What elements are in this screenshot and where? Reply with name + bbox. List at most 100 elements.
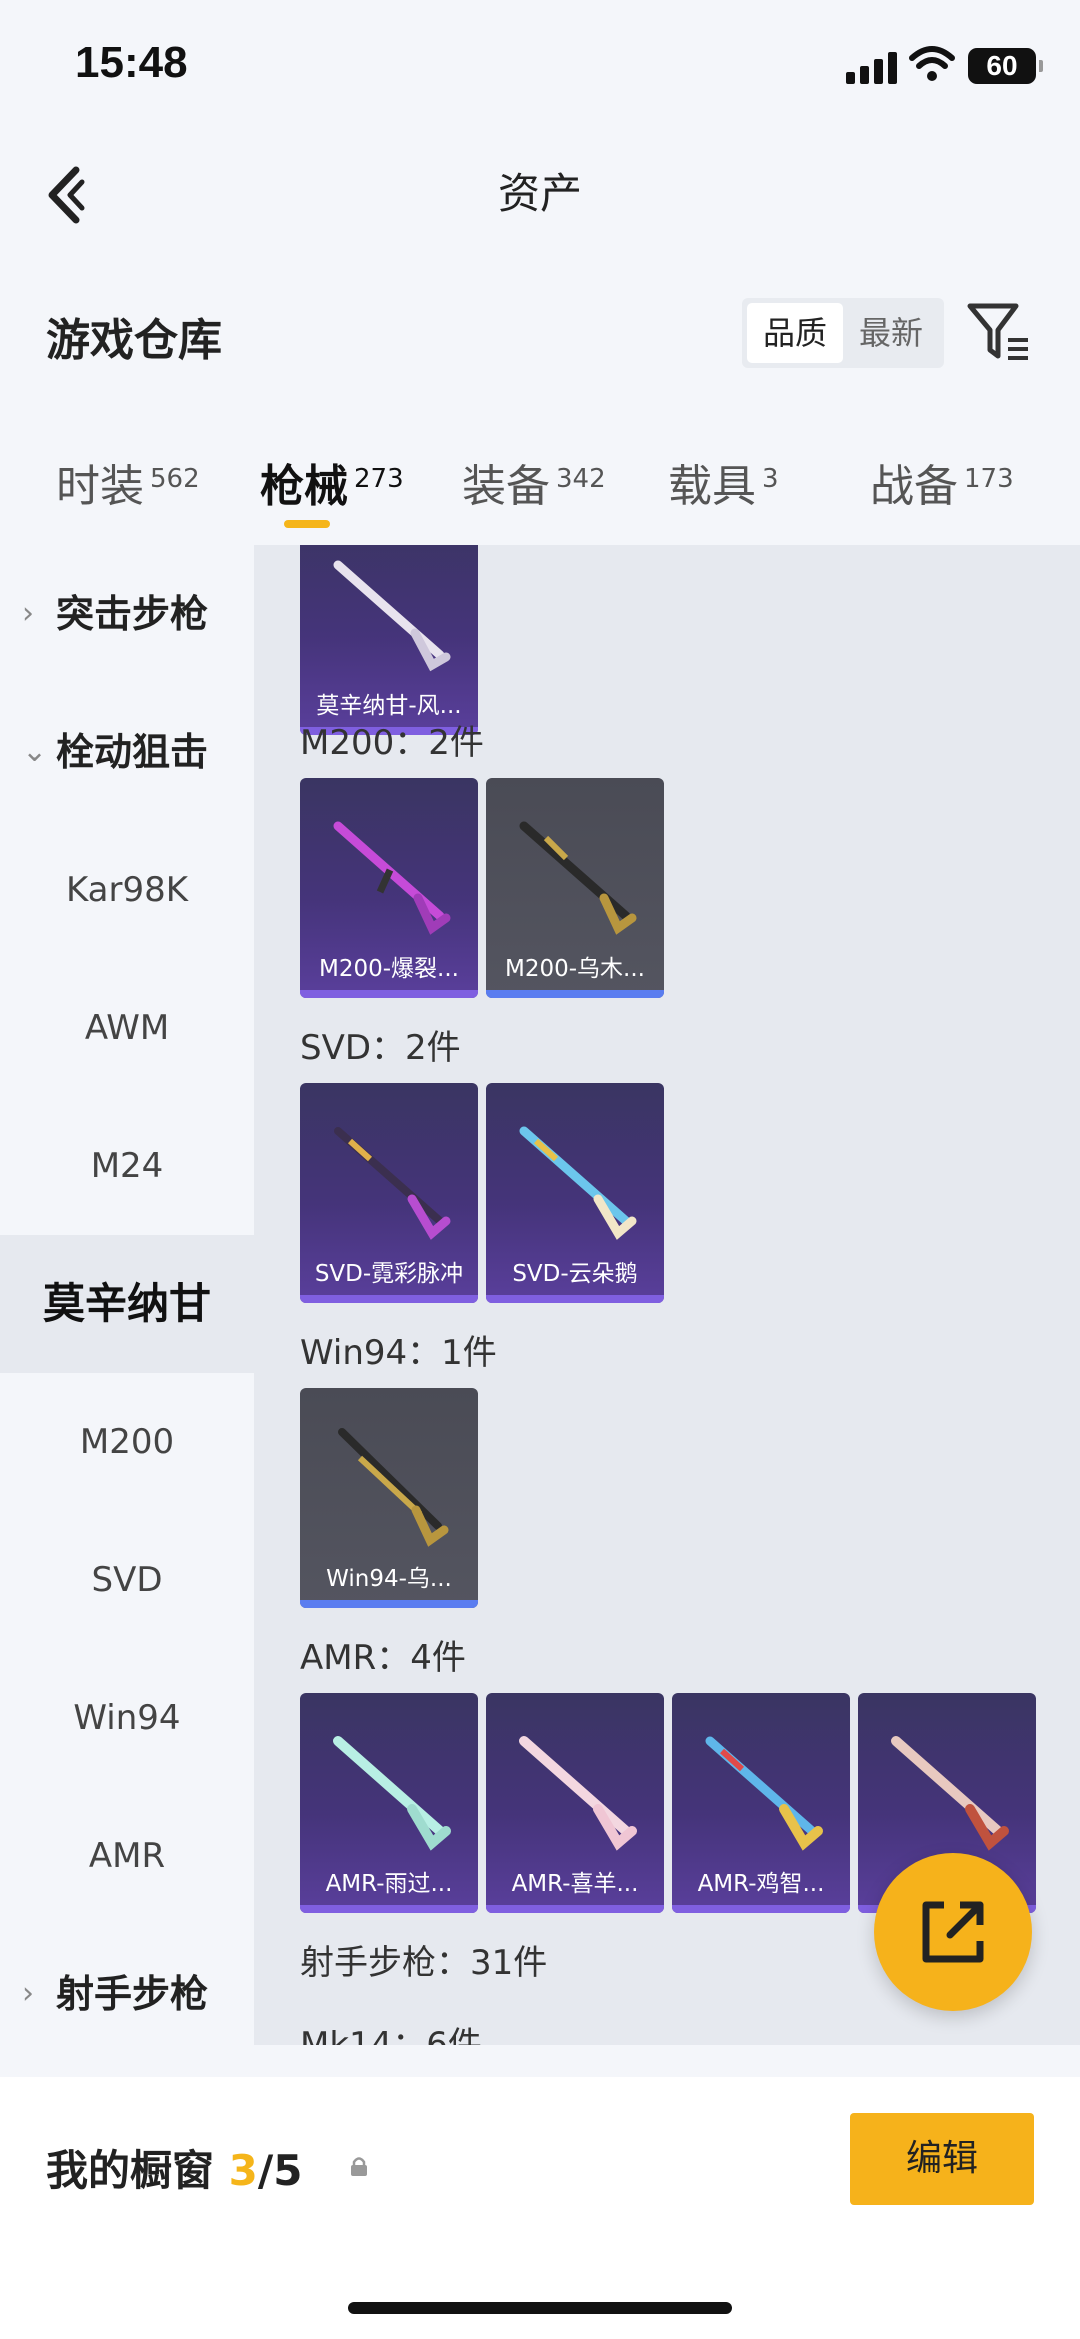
tab-label: 载具 — [668, 461, 756, 512]
rifle-icon — [891, 1736, 1009, 1851]
nav-label: 突击步枪 — [56, 592, 209, 636]
tab-fashion[interactable]: 时装 562 — [56, 450, 200, 514]
home-indicator — [348, 2302, 732, 2314]
skin-card[interactable]: M200-爆裂... — [300, 778, 478, 998]
nav-item-mosin[interactable]: 莫辛纳甘 — [0, 1235, 254, 1373]
tab-count: 562 — [150, 464, 200, 494]
skin-label: SVD-云朵鹅 — [512, 1261, 638, 1287]
rifle-icon — [705, 1736, 823, 1851]
skin-card[interactable]: AMR-鸡智... — [672, 1693, 850, 1913]
signal-icon — [846, 50, 898, 84]
rifle-icon — [519, 1126, 637, 1240]
rifle-icon — [334, 1127, 451, 1240]
showcase-bar: 我的橱窗 3/5 编辑 — [0, 2077, 1080, 2339]
rarity-bar — [672, 1905, 850, 1913]
showcase-title: 我的橱窗 3/5 — [46, 2137, 302, 2198]
showcase-label: 我的橱窗 — [46, 2146, 215, 2195]
tab-label: 装备 — [462, 461, 550, 512]
tab-count: 342 — [556, 464, 606, 494]
nav-item-win94[interactable]: Win94 — [0, 1649, 254, 1787]
weapon-skin-list: 莫辛纳甘-风... M200：2件 M200-爆裂... M200-乌木... … — [254, 545, 1080, 2045]
tab-count: 3 — [762, 464, 779, 494]
rarity-bar — [300, 1600, 478, 1608]
wifi-icon — [909, 46, 955, 81]
rifle-icon — [519, 1736, 637, 1851]
chevron-right-icon: › — [22, 1976, 34, 2011]
status-time: 15:48 — [75, 38, 188, 87]
tab-equipment[interactable]: 装备 342 — [462, 450, 606, 514]
skin-card[interactable]: AMR-雨过... — [300, 1693, 478, 1913]
nav-group-assault-rifle[interactable]: › 突击步枪 — [0, 545, 254, 683]
skin-card[interactable]: Win94-乌... — [300, 1388, 478, 1608]
tab-firearms[interactable]: 枪械 273 — [260, 450, 404, 514]
skin-card[interactable]: AMR-喜羊... — [486, 1693, 664, 1913]
skin-label: M200-爆裂... — [319, 956, 459, 982]
skin-label: AMR-喜羊... — [511, 1871, 639, 1897]
section-title: Win94：1件 — [300, 1333, 497, 1373]
nav-item-m200[interactable]: M200 — [0, 1373, 254, 1511]
nav-item-svd[interactable]: SVD — [0, 1511, 254, 1649]
rarity-bar — [300, 990, 478, 998]
skin-label: SVD-霓彩脉冲 — [314, 1261, 464, 1287]
skin-card[interactable]: SVD-霓彩脉冲 — [300, 1083, 478, 1303]
nav-header: 资产 — [0, 130, 1080, 260]
weapon-category-nav: › 突击步枪 ⌄ 栓动狙击 Kar98K AWM M24 莫辛纳甘 M200 SVD… — [0, 545, 254, 2045]
nav-group-marksman-rifle[interactable]: › 射手步枪 — [0, 1925, 254, 2063]
skin-card[interactable]: 莫辛纳甘-风... — [300, 545, 478, 735]
rifle-icon — [333, 1736, 451, 1851]
sort-toggle: 品质 最新 — [742, 298, 944, 368]
section-title: Mk14：6件 — [300, 2025, 482, 2045]
nav-label: 栓动狙击 — [56, 730, 209, 774]
rarity-bar — [486, 990, 664, 998]
tab-supplies[interactable]: 战备 173 — [870, 450, 1014, 514]
tab-count: 273 — [354, 464, 404, 494]
nav-group-bolt-sniper[interactable]: ⌄ 栓动狙击 — [0, 683, 254, 821]
tab-label: 时装 — [56, 461, 144, 512]
nav-item-awm[interactable]: AWM — [0, 959, 254, 1097]
sort-newest-option[interactable]: 最新 — [843, 303, 939, 363]
share-external-icon — [922, 1901, 984, 1963]
battery-indicator: 60 — [968, 48, 1043, 84]
sort-quality-option[interactable]: 品质 — [747, 303, 843, 363]
skin-card[interactable]: SVD-云朵鹅 — [486, 1083, 664, 1303]
rarity-bar — [300, 1905, 478, 1913]
tab-label: 战备 — [870, 461, 958, 512]
chevron-down-icon: ⌄ — [22, 734, 48, 769]
tab-label: 枪械 — [260, 461, 348, 512]
edit-button[interactable]: 编辑 — [850, 2113, 1034, 2205]
tab-count: 173 — [964, 464, 1014, 494]
page-title: 资产 — [497, 169, 582, 218]
chevron-right-icon: › — [22, 596, 34, 631]
nav-label: 射手步枪 — [56, 1972, 209, 2016]
showcase-total: /5 — [257, 2146, 303, 2195]
rifle-icon — [333, 560, 451, 672]
warehouse-title: 游戏仓库 — [46, 315, 222, 366]
nav-item-m24[interactable]: M24 — [0, 1097, 254, 1235]
rarity-bar — [300, 1295, 478, 1303]
rarity-bar — [486, 1905, 664, 1913]
section-title: M200：2件 — [300, 723, 484, 763]
skin-label: AMR-雨过... — [325, 1871, 453, 1897]
rifle-icon — [519, 821, 637, 935]
status-bar: 15:48 60 — [0, 0, 1080, 130]
filter-icon[interactable] — [966, 300, 1032, 366]
share-fab[interactable] — [874, 1853, 1032, 2011]
warehouse-header: 游戏仓库 品质 最新 — [0, 290, 1080, 380]
skin-label: AMR-鸡智... — [697, 1871, 825, 1897]
nav-item-kar98k[interactable]: Kar98K — [0, 821, 254, 959]
rifle-icon — [338, 1428, 449, 1547]
active-tab-indicator — [284, 520, 330, 528]
section-title: 射手步枪：31件 — [300, 1943, 548, 1983]
section-title: SVD：2件 — [300, 1028, 461, 1068]
lock-icon — [351, 2157, 367, 2176]
rifle-icon — [333, 821, 451, 935]
nav-item-amr[interactable]: AMR — [0, 1787, 254, 1925]
skin-label: Win94-乌... — [326, 1566, 452, 1592]
category-tabs: 时装 562 枪械 273 装备 342 载具 3 战备 173 — [0, 430, 1080, 540]
skin-card[interactable]: M200-乌木... — [486, 778, 664, 998]
rarity-bar — [486, 1295, 664, 1303]
section-title: AMR：4件 — [300, 1638, 466, 1678]
showcase-count: 3 — [228, 2146, 258, 2195]
tab-vehicles[interactable]: 载具 3 — [668, 450, 779, 514]
skin-label: M200-乌木... — [505, 956, 645, 982]
